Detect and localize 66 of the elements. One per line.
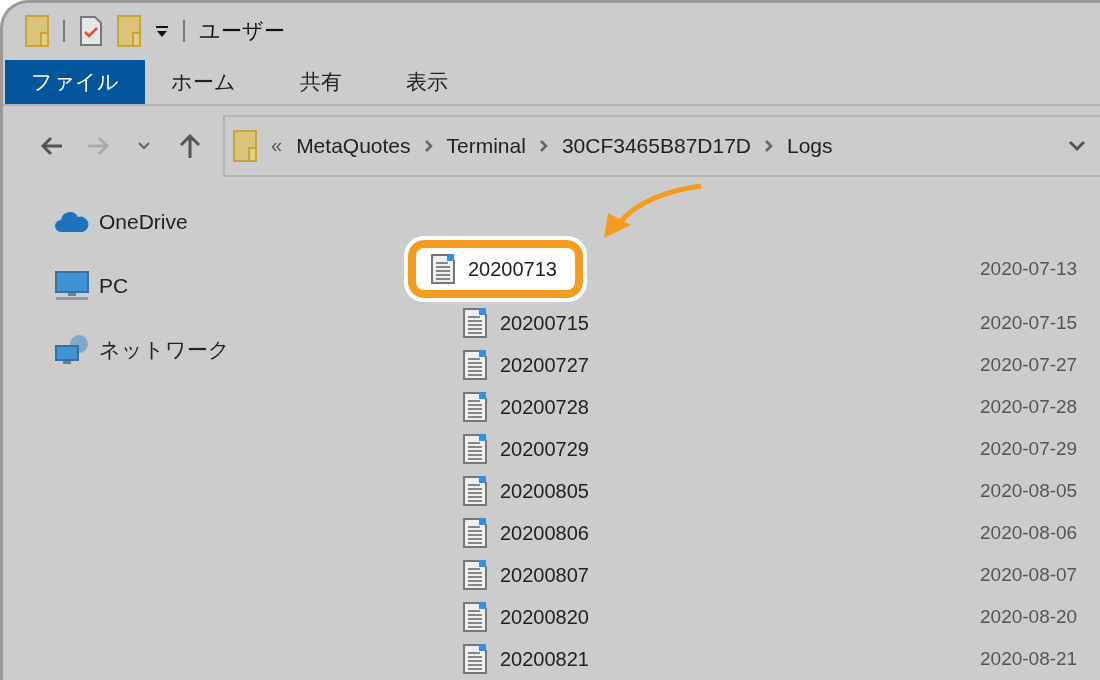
up-arrow-icon[interactable]	[179, 132, 201, 159]
ribbon-tab[interactable]: 表示	[380, 59, 474, 104]
file-name: 20200715	[500, 311, 589, 335]
date-cell-text: 2020-08-20	[980, 606, 1079, 628]
dropdown-icon[interactable]	[155, 24, 169, 39]
network-icon	[55, 334, 89, 366]
chevron-right-icon[interactable]	[539, 139, 548, 152]
file-name: 20200821	[500, 647, 589, 671]
file-name: 20200820	[500, 605, 589, 629]
text-file-icon	[462, 475, 488, 507]
breadcrumb[interactable]: 30CF3465B87D17D	[561, 133, 751, 158]
text-file-icon	[462, 349, 488, 381]
file-name-cell[interactable]: 20200821	[430, 643, 589, 675]
monitor-icon	[55, 271, 89, 301]
file-name: 20200727	[500, 353, 589, 377]
file-name: 20200728	[500, 395, 589, 419]
checklist-icon[interactable]	[79, 15, 103, 48]
text-file-icon	[462, 391, 488, 423]
file-name: 20200713	[468, 257, 557, 281]
date-cell-text: 2020-07-28	[980, 396, 1079, 418]
address-bar[interactable]: « MetaQuotes Terminal 30CF3465B87D17D Logs	[223, 114, 1100, 177]
file-name: 20200806	[500, 521, 589, 545]
chevron-right-icon[interactable]	[765, 139, 773, 152]
date-cell-text: 2020-07-13	[980, 258, 1079, 280]
text-file-icon	[462, 559, 488, 591]
cloud-icon	[55, 211, 89, 233]
file-name-cell[interactable]: 20200715	[430, 307, 589, 339]
breadcrumb[interactable]: Terminal	[446, 133, 526, 158]
nav-item[interactable]: ネットワーク	[99, 336, 230, 364]
file-name-cell[interactable]: 20200728	[430, 391, 589, 423]
ribbon-tab[interactable]: 共有	[274, 59, 368, 104]
text-file-icon	[462, 601, 488, 633]
date-cell-text: 2020-08-06	[980, 522, 1079, 544]
nav-item[interactable]: PC	[99, 274, 129, 298]
date-cell-text: 2020-08-21	[980, 648, 1079, 670]
breadcrumb[interactable]: MetaQuotes	[296, 133, 411, 158]
file-name-cell[interactable]: 20200805	[430, 475, 589, 507]
text-file-icon	[430, 253, 456, 285]
date-cell-text: 2020-08-05	[980, 480, 1079, 502]
breadcrumb[interactable]: Logs	[787, 133, 833, 158]
file-name-cell[interactable]: 20200727	[430, 349, 589, 381]
date-cell-text: 2020-07-15	[980, 312, 1079, 334]
text-file-icon	[462, 307, 488, 339]
folder-icon	[233, 129, 257, 162]
date-cell-text: 2020-08-07	[980, 564, 1079, 586]
text-file-icon	[462, 643, 488, 675]
date-cell-text: 2020-07-27	[980, 354, 1079, 376]
ribbon-tab[interactable]: ファイル	[5, 59, 145, 104]
window-title: ユーザー	[199, 18, 285, 45]
file-name: 20200729	[500, 437, 589, 461]
text-file-icon	[462, 433, 488, 465]
nav-item[interactable]: OneDrive	[99, 210, 188, 234]
ribbon-tab[interactable]: ホーム	[145, 59, 262, 104]
file-name-cell[interactable]: 20200729	[430, 433, 589, 465]
chevron-right-icon[interactable]	[424, 139, 433, 152]
file-name-cell[interactable]: 20200807	[430, 559, 589, 591]
file-name-cell[interactable]: 20200820	[430, 601, 589, 633]
chevron-down-icon[interactable]	[138, 141, 150, 150]
file-name: 20200807	[500, 563, 589, 587]
date-cell-text: 2020-07-29	[980, 438, 1079, 460]
overflow-chevron[interactable]: «	[271, 134, 283, 158]
file-name-cell[interactable]: 20200806	[430, 517, 589, 549]
text-file-icon	[462, 517, 488, 549]
file-name: 20200805	[500, 479, 589, 503]
back-arrow-icon[interactable]	[40, 135, 64, 156]
chevron-down-icon[interactable]	[1068, 139, 1086, 152]
